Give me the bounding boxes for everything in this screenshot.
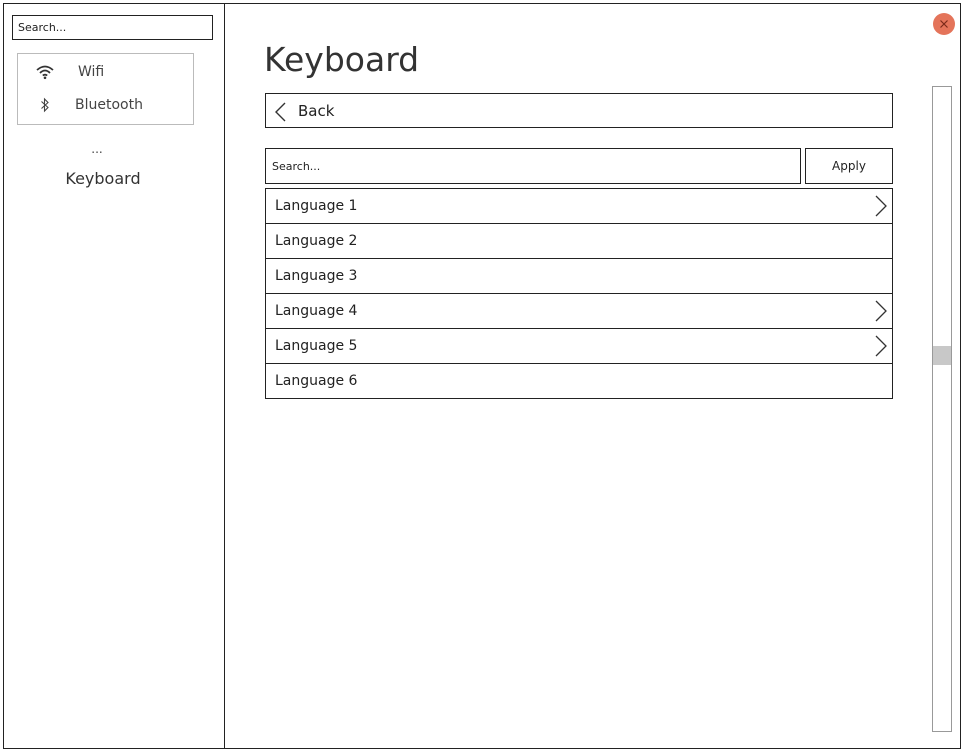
sidebar-nav-box: Wifi Bluetooth (17, 53, 194, 125)
sidebar-item-label: Bluetooth (75, 97, 143, 113)
language-label: Language 6 (275, 373, 358, 389)
sidebar-search-input[interactable] (12, 15, 213, 40)
chevron-right-icon (874, 300, 888, 326)
language-item-4[interactable]: Language 4 (266, 294, 892, 329)
bluetooth-icon (34, 95, 56, 115)
main-panel: Keyboard Back Apply Language 1 Language … (225, 4, 960, 748)
language-item-5[interactable]: Language 5 (266, 329, 892, 364)
language-list: Language 1 Language 2 Language 3 Languag… (265, 188, 893, 399)
language-item-1[interactable]: Language 1 (266, 189, 892, 224)
language-label: Language 2 (275, 233, 358, 249)
sidebar-item-bluetooth[interactable]: Bluetooth (18, 91, 193, 119)
chevron-left-icon (273, 102, 287, 126)
close-icon (939, 19, 949, 29)
back-label: Back (298, 102, 335, 120)
back-button[interactable]: Back (265, 93, 893, 128)
language-item-3[interactable]: Language 3 (266, 259, 892, 294)
language-item-6[interactable]: Language 6 (266, 364, 892, 398)
language-label: Language 5 (275, 338, 358, 354)
language-item-2[interactable]: Language 2 (266, 224, 892, 259)
sidebar-ellipsis: ... (91, 142, 103, 156)
sidebar: Wifi Bluetooth ... Keyboard (4, 4, 225, 748)
language-search-input[interactable] (265, 148, 801, 184)
chevron-right-icon (874, 335, 888, 361)
language-label: Language 4 (275, 303, 358, 319)
sidebar-item-label: Wifi (78, 64, 105, 80)
sidebar-item-wifi[interactable]: Wifi (18, 58, 193, 86)
wifi-icon (34, 62, 56, 82)
sidebar-item-keyboard[interactable]: Keyboard (4, 169, 202, 188)
apply-button[interactable]: Apply (805, 148, 893, 184)
page-title: Keyboard (264, 40, 420, 79)
window-frame: Wifi Bluetooth ... Keyboard Keyboard B (3, 3, 961, 749)
language-label: Language 3 (275, 268, 358, 284)
close-button[interactable] (933, 13, 955, 35)
scrollbar[interactable] (932, 86, 952, 732)
scrollbar-thumb[interactable] (933, 346, 951, 365)
chevron-right-icon (874, 195, 888, 221)
language-label: Language 1 (275, 198, 358, 214)
